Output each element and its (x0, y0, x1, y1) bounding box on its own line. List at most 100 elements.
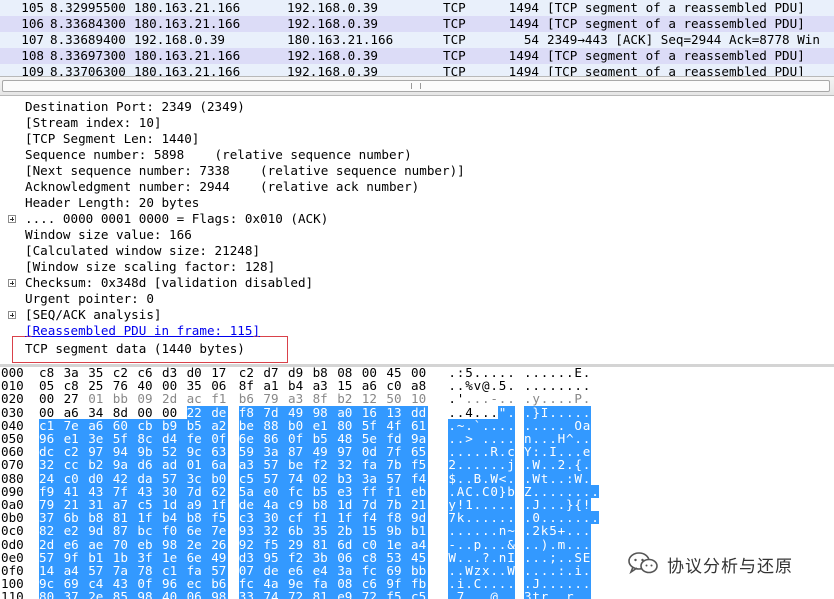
detail-line[interactable]: Checksum: 0x348d [validation disabled] (25, 275, 313, 291)
ascii-char[interactable]: . (532, 551, 541, 564)
ascii-char[interactable]: . (464, 445, 474, 458)
hex-byte[interactable]: 09 (137, 392, 154, 405)
hex-byte[interactable]: 6a (211, 458, 229, 472)
hex-byte[interactable]: 88 (263, 419, 288, 432)
ascii-char[interactable]: I (548, 445, 558, 458)
hex-byte[interactable]: 9b (386, 524, 411, 538)
hex-byte[interactable]: a1 (263, 379, 280, 392)
expand-icon[interactable] (8, 311, 16, 319)
hex-byte[interactable]: e9 (337, 590, 362, 599)
ascii-char[interactable]: . (574, 537, 583, 551)
ascii-char[interactable]: . (456, 445, 465, 458)
hex-byte[interactable]: 96 (162, 577, 187, 590)
hex-byte[interactable]: be (288, 458, 313, 472)
hex-byte[interactable]: cb (137, 419, 162, 432)
hex-byte[interactable]: dc (39, 445, 64, 458)
ascii-char[interactable]: I (540, 405, 549, 419)
hex-byte[interactable]: ff (361, 485, 387, 498)
hex-byte[interactable]: 9a (112, 458, 138, 472)
ascii-char[interactable]: ) (540, 537, 549, 551)
ascii-char[interactable]: . (582, 590, 591, 599)
hex-byte[interactable]: cf (288, 511, 313, 524)
hex-byte[interactable]: 97 (337, 445, 362, 458)
ascii-char[interactable]: 0 (532, 511, 541, 524)
ascii-char[interactable]: ~ (456, 419, 465, 432)
detail-line[interactable]: .... 0000 0001 0000 = Flags: 0x010 (ACK) (25, 211, 328, 227)
hex-byte[interactable]: 0f (137, 577, 162, 590)
ascii-char[interactable]: P (574, 392, 582, 405)
ascii-char[interactable]: 5 (548, 524, 558, 538)
ascii-char[interactable]: 2 (532, 524, 541, 538)
hex-byte[interactable]: 69 (63, 577, 89, 590)
ascii-char[interactable]: . (566, 392, 574, 405)
ascii-char[interactable]: r (540, 590, 549, 599)
ascii-char[interactable]: b (506, 485, 516, 498)
detail-line[interactable]: [Calculated window size: 21248] (25, 243, 260, 259)
hex-bytes[interactable]: 24 c0 d0 42 da 57 3c b0 c5 57 74 02 b3 3a 57 f4 (39, 471, 429, 485)
hex-byte[interactable]: b6 (211, 577, 229, 590)
detail-line[interactable]: Acknowledgment number: 2944 (relative ac… (25, 179, 419, 195)
hex-byte[interactable]: fa (312, 577, 338, 590)
ascii-char[interactable]: . (490, 577, 499, 590)
expand-icon[interactable] (8, 215, 16, 223)
hex-byte[interactable]: 25 (88, 379, 105, 392)
hex-byte[interactable]: 3b (312, 551, 338, 564)
hex-byte[interactable]: f5 (211, 511, 229, 524)
hex-byte[interactable]: a3 (313, 379, 330, 392)
ascii-char[interactable]: C (473, 577, 482, 590)
hex-byte[interactable]: 33 (238, 590, 264, 599)
ascii-char[interactable]: . (490, 419, 499, 432)
ascii-char[interactable]: . (473, 405, 482, 418)
ascii-char[interactable]: . (557, 471, 566, 485)
ascii-char[interactable]: . (473, 445, 482, 458)
ascii-char[interactable]: . (523, 551, 532, 564)
hex-byte[interactable]: 57 (162, 471, 187, 485)
hex-byte[interactable]: c5 (411, 590, 428, 599)
ascii-char[interactable]: y (532, 392, 540, 405)
packet-list-horizontal-scrollbar[interactable] (0, 76, 834, 96)
hex-byte[interactable]: bb (113, 392, 130, 405)
hex-byte[interactable]: 22 (186, 405, 212, 419)
ascii-char[interactable]: . (456, 471, 465, 485)
hex-byte[interactable]: 82 (39, 524, 64, 538)
ascii-char[interactable]: . (566, 379, 574, 392)
ascii-char[interactable]: . (448, 379, 456, 392)
ascii-char[interactable]: 7 (456, 590, 465, 599)
hex-row[interactable]: 080 24 c0 d0 42 da 57 3c b0 c5 57 74 02 b3 3a 57 f4 $.. B.… (0, 471, 834, 485)
hex-bytes[interactable]: c1 7e a6 60 cb b9 b5 a2 be 88 b0 e1 80 5f 4f 61 (39, 419, 429, 432)
hex-byte[interactable]: c1 (39, 419, 64, 432)
hex-byte[interactable]: b3 (337, 471, 362, 485)
ascii-char[interactable]: k (540, 524, 549, 538)
hex-byte[interactable]: 43 (88, 485, 113, 498)
hex-byte[interactable]: 62 (211, 485, 229, 498)
hex-byte[interactable]: 9e (288, 577, 313, 590)
hex-byte[interactable]: 52 (162, 445, 187, 458)
detail-line[interactable]: Destination Port: 2349 (2349) (25, 99, 245, 115)
ascii-char[interactable]: . (565, 551, 574, 564)
packet-row[interactable]: 109 8.33706300 180.163.21.166 192.168.0.39 T… (0, 64, 834, 76)
ascii-char[interactable]: S (574, 551, 583, 564)
hex-byte[interactable]: e1 (312, 419, 338, 432)
hex-byte[interactable]: c0 (361, 537, 387, 551)
ascii-char[interactable]: . (582, 392, 591, 405)
hex-byte[interactable]: 40 (162, 590, 187, 599)
hex-byte[interactable]: 8f (239, 379, 256, 392)
ascii-char[interactable]: . (523, 524, 532, 538)
detail-line[interactable]: [Next sequence number: 7338 (relative se… (25, 163, 465, 179)
hex-byte[interactable]: 95 (263, 551, 288, 564)
hex-byte[interactable]: c0 (63, 471, 89, 485)
hex-byte[interactable]: b4 (288, 379, 305, 392)
hex-byte[interactable]: 00 (137, 405, 154, 418)
ascii-char[interactable]: . (507, 392, 515, 405)
hex-byte[interactable]: 1f (137, 511, 162, 524)
hex-byte[interactable]: 2d (162, 392, 179, 405)
ascii-char[interactable]: . (506, 405, 516, 419)
ascii-char[interactable]: v (473, 379, 482, 392)
detail-line[interactable]: TCP segment data (1440 bytes) (25, 341, 245, 357)
ascii-char[interactable]: r (565, 590, 574, 599)
ascii-char[interactable]: . (557, 485, 566, 498)
ascii-char[interactable]: Z (523, 485, 532, 498)
hex-byte[interactable]: f4 (361, 511, 387, 524)
hex-row[interactable]: 040 c1 7e a6 60 cb b9 b5 a2 be 88 b0 e1 80 5f 4f 61. ~. `.… (0, 419, 834, 432)
hex-byte[interactable]: 35 (312, 524, 338, 538)
